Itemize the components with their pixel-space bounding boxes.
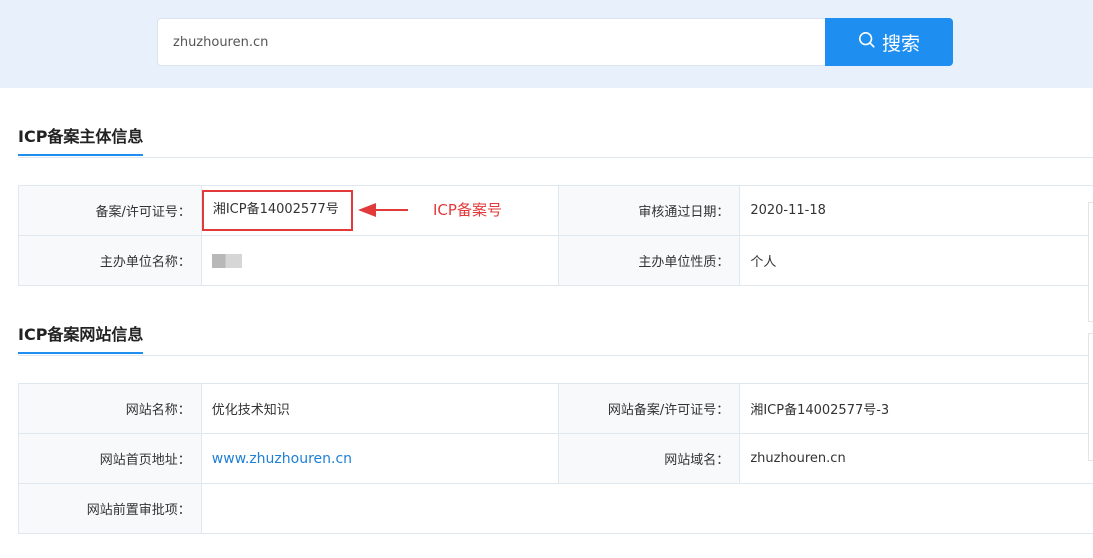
scrollbar[interactable] — [1088, 202, 1093, 322]
divider — [18, 157, 1093, 158]
homepage-cell: www.zhuzhouren.cn — [200, 433, 559, 484]
pre-approval-label: 网站前置审批项： — [18, 483, 202, 534]
redacted-name — [211, 253, 242, 268]
domain-value: zhuzhouren.cn — [739, 433, 1093, 484]
scrollbar[interactable] — [1088, 333, 1093, 461]
homepage-link[interactable]: www.zhuzhouren.cn — [212, 451, 352, 467]
search-header: 搜索 — [0, 0, 1093, 88]
table-row: 备案/许可证号： 湘ICP备14002577号 审核通过日期： 2020-11-… — [18, 185, 1093, 236]
site-license-value: 湘ICP备14002577号-3 — [739, 383, 1093, 434]
sponsor-name-label: 主办单位名称： — [18, 235, 202, 286]
license-label: 备案/许可证号： — [18, 185, 202, 236]
domain-label: 网站域名： — [557, 433, 741, 484]
sponsor-type-value: 个人 — [739, 235, 1093, 286]
homepage-label: 网站首页地址： — [18, 433, 202, 484]
website-section-title: ICP备案网站信息 — [18, 321, 144, 354]
search-button-label: 搜索 — [881, 32, 920, 55]
approval-date-value: 2020-11-18 — [739, 185, 1093, 236]
entity-section-title: ICP备案主体信息 — [18, 123, 144, 156]
license-value-highlighted: 湘ICP备14002577号 — [201, 190, 353, 231]
search-icon — [858, 31, 876, 54]
annotation-label: ICP备案号 — [433, 201, 502, 219]
approval-date-label: 审核通过日期： — [557, 185, 741, 236]
table-row: 网站首页地址： www.zhuzhouren.cn 网站域名： zhuzhour… — [18, 433, 1093, 484]
annotation-arrow — [358, 200, 410, 220]
search-button[interactable]: 搜索 — [825, 18, 953, 66]
table-row: 网站名称： 优化技术知识 网站备案/许可证号： 湘ICP备14002577号-3 — [18, 383, 1093, 434]
search-input[interactable] — [157, 18, 826, 66]
divider — [18, 355, 1093, 356]
table-row: 网站前置审批项： — [18, 483, 1093, 534]
entity-info-table: 备案/许可证号： 湘ICP备14002577号 审核通过日期： 2020-11-… — [18, 185, 1093, 286]
site-name-value: 优化技术知识 — [200, 383, 559, 434]
sponsor-type-label: 主办单位性质： — [557, 235, 741, 286]
table-row: 主办单位名称： 主办单位性质： 个人 — [18, 235, 1093, 286]
site-license-label: 网站备案/许可证号： — [557, 383, 741, 434]
site-name-label: 网站名称： — [18, 383, 202, 434]
pre-approval-value — [200, 483, 1093, 534]
sponsor-name-cell — [200, 235, 559, 286]
website-info-table: 网站名称： 优化技术知识 网站备案/许可证号： 湘ICP备14002577号-3… — [18, 383, 1093, 534]
